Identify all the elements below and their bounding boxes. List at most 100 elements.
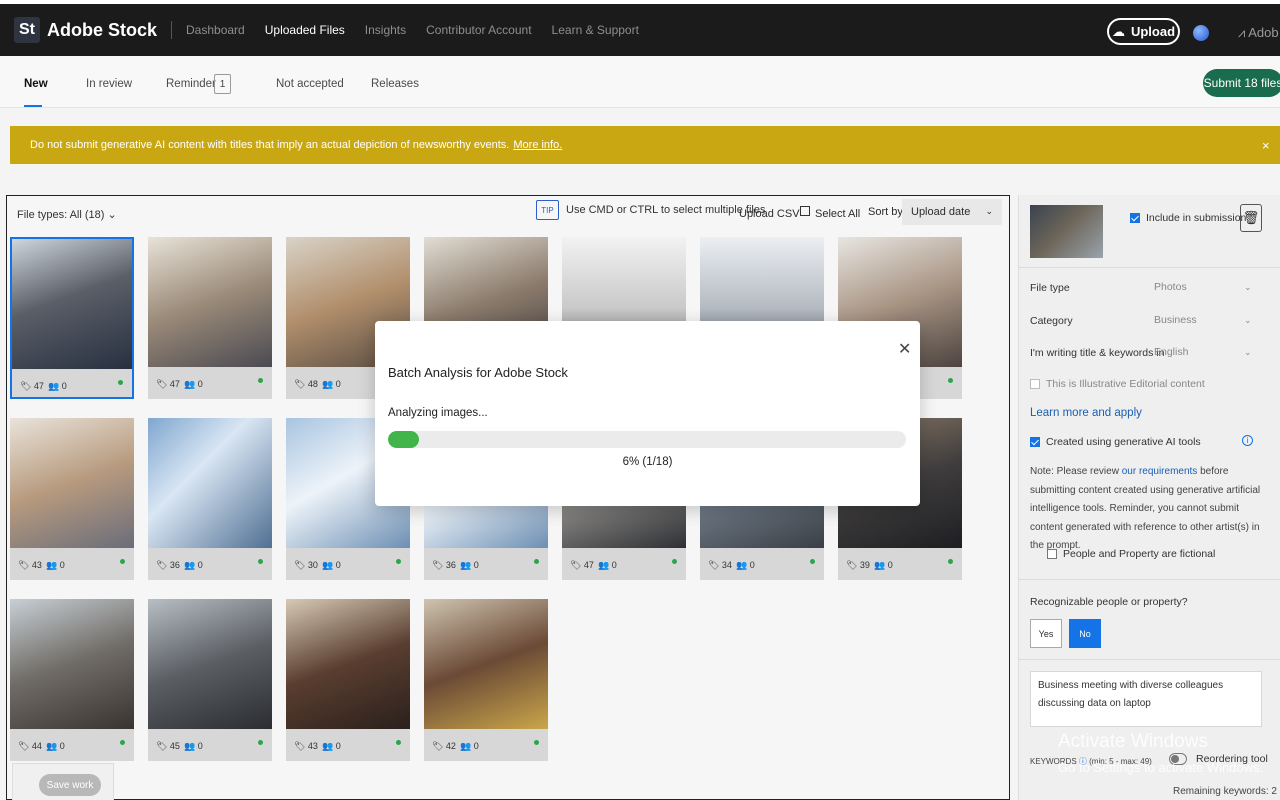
thumbnail-meta: 🏷 47 👥 0 [12, 369, 132, 397]
adobe-menu[interactable]: ⩘ Adob [1238, 25, 1279, 41]
grid-toolbar: File types: All (18) ⌄ TIP Use CMD or CT… [7, 196, 1009, 232]
banner-close-icon[interactable]: × [1262, 138, 1270, 153]
select-all-label[interactable]: Select All [815, 208, 860, 220]
language-value: English [1154, 346, 1189, 358]
people-count: 👥 0 [598, 560, 617, 570]
note-text-end: before submitting content created using … [1030, 466, 1261, 551]
keyword-count: 🏷 47 [156, 379, 180, 389]
recognizable-no-button[interactable]: No [1069, 619, 1101, 648]
nav-learn-support[interactable]: Learn & Support [552, 23, 639, 37]
people-count: 👥 0 [736, 560, 755, 570]
people-count: 👥 0 [460, 741, 479, 751]
file-thumbnail[interactable]: 🏷 47 👥 0 [148, 237, 272, 399]
editorial-label: This is Illustrative Editorial content [1046, 378, 1205, 390]
file-thumbnail[interactable]: 🏷 36 👥 0 [148, 418, 272, 580]
thumbnail-meta: 🏷 47 👥 0 [148, 367, 272, 399]
save-work-bar: Save work [12, 763, 114, 800]
sort-select[interactable]: Upload date ⌄ [902, 199, 1002, 225]
status-dot [120, 740, 125, 745]
submit-files-button[interactable]: Submit 18 files [1203, 69, 1280, 97]
gen-ai-label: Created using generative AI tools [1046, 436, 1201, 448]
nav-dashboard[interactable]: Dashboard [186, 23, 245, 37]
divider [1019, 267, 1280, 268]
file-thumbnail[interactable]: 🏷 44 👥 0 [10, 599, 134, 761]
thumbnail-image [286, 599, 410, 729]
thumbnail-image [12, 239, 132, 369]
trash-icon[interactable]: 🗑 [1240, 204, 1262, 232]
category-field[interactable]: Category Business ⌄ [1030, 312, 1252, 332]
progress-bar [388, 431, 906, 448]
include-submission-checkbox[interactable] [1130, 213, 1140, 223]
close-icon[interactable]: ✕ [898, 339, 911, 359]
gen-ai-checkbox[interactable] [1030, 437, 1040, 447]
recognizable-yes-button[interactable]: Yes [1030, 619, 1062, 648]
adobe-stock-logo[interactable]: St [14, 17, 40, 43]
people-count: 👥 0 [184, 741, 203, 751]
save-work-button[interactable]: Save work [39, 774, 101, 796]
upload-csv-button[interactable]: Upload CSV [739, 208, 800, 220]
info-icon[interactable]: i [1242, 435, 1253, 446]
divider [1019, 659, 1280, 660]
learn-more-link[interactable]: Learn more and apply [1030, 407, 1142, 419]
file-type-field[interactable]: File type Photos ⌄ [1030, 279, 1252, 299]
keyword-count: 🏷 36 [432, 560, 456, 570]
status-dot [948, 559, 953, 564]
keyword-count: 🏷 43 [294, 741, 318, 751]
keyword-count: 🏷 34 [708, 560, 732, 570]
file-type-label: File type [1030, 282, 1070, 294]
people-count: 👥 0 [460, 560, 479, 570]
editorial-checkbox[interactable] [1030, 379, 1040, 389]
file-type-value: Photos [1154, 281, 1187, 293]
thumbnail-image [148, 599, 272, 729]
tab-in-review[interactable]: In review [86, 78, 132, 90]
file-thumbnail[interactable]: 🏷 42 👥 0 [424, 599, 548, 761]
status-dot [120, 559, 125, 564]
brand-name[interactable]: Adobe Stock [47, 20, 157, 41]
thumbnail-meta: 🏷 44 👥 0 [10, 729, 134, 761]
note-text-start: Note: Please review [1030, 466, 1119, 477]
status-dot [118, 380, 123, 385]
tab-not-accepted[interactable]: Not accepted [276, 78, 344, 90]
status-dot [672, 559, 677, 564]
status-dot [258, 378, 263, 383]
people-count: 👥 0 [48, 381, 67, 391]
upload-button-label: Upload [1130, 24, 1176, 39]
language-label: I'm writing title & keywords in [1030, 347, 1165, 359]
keyword-count: 🏷 36 [156, 560, 180, 570]
people-count: 👥 0 [322, 560, 341, 570]
reminder-count-badge: 1 [214, 74, 231, 94]
status-dot [258, 740, 263, 745]
fictional-checkbox[interactable] [1047, 549, 1057, 559]
banner-more-info-link[interactable]: More info. [513, 139, 562, 151]
file-thumbnail[interactable]: 🏷 45 👥 0 [148, 599, 272, 761]
title-textarea[interactable]: Business meeting with diverse colleagues… [1030, 671, 1262, 727]
nav-contributor-account[interactable]: Contributor Account [426, 23, 531, 37]
people-count: 👥 0 [46, 560, 65, 570]
nav-insights[interactable]: Insights [365, 23, 406, 37]
progress-fill [388, 431, 420, 448]
language-field[interactable]: I'm writing title & keywords in English … [1030, 344, 1252, 364]
thumbnail-image [148, 418, 272, 548]
file-thumbnail[interactable]: 🏷 47 👥 0 [10, 237, 134, 399]
globe-icon[interactable] [1193, 25, 1209, 41]
top-nav: St Adobe Stock Dashboard Uploaded Files … [0, 4, 1280, 56]
tab-releases[interactable]: Releases [371, 78, 419, 90]
gen-ai-note: Note: Please review our requirements bef… [1030, 463, 1270, 556]
tab-reminder[interactable]: Reminder [166, 78, 216, 90]
requirements-link[interactable]: our requirements [1122, 466, 1198, 477]
chevron-down-icon: ⌄ [1244, 347, 1252, 357]
status-dot [810, 559, 815, 564]
file-thumbnail[interactable]: 🏷 43 👥 0 [286, 599, 410, 761]
nav-uploaded-files[interactable]: Uploaded Files [265, 23, 345, 37]
tab-new[interactable]: New [24, 78, 48, 90]
thumbnail-meta: 🏷 42 👥 0 [424, 729, 548, 761]
file-types-filter[interactable]: File types: All (18) ⌄ [17, 208, 117, 221]
thumbnail-meta: 🏷 47 👥 0 [562, 548, 686, 580]
upload-button[interactable]: ☁ Upload [1107, 18, 1180, 45]
activate-windows-hint: Go to Settings to activate Windows. [1058, 760, 1264, 775]
thumbnail-meta: 🏷 36 👥 0 [148, 548, 272, 580]
include-submission-label: Include in submission [1146, 212, 1247, 224]
file-thumbnail[interactable]: 🏷 43 👥 0 [10, 418, 134, 580]
select-all-checkbox[interactable] [800, 206, 810, 216]
sort-select-value: Upload date [911, 206, 971, 218]
